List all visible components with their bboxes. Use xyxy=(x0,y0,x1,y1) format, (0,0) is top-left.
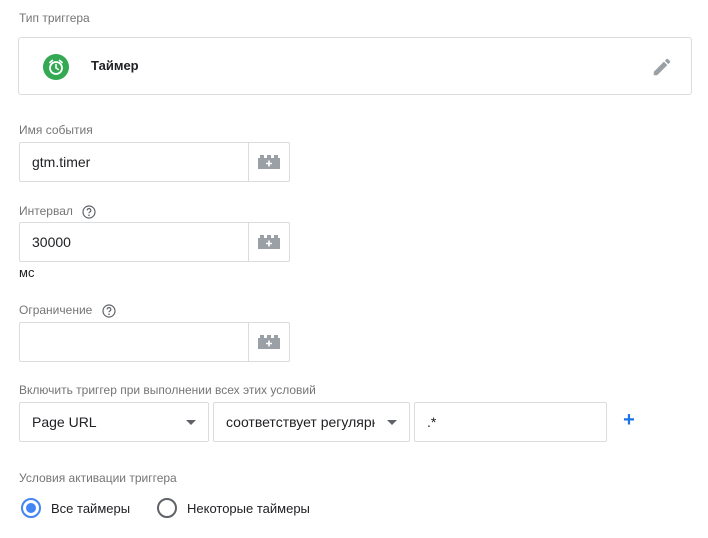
interval-unit: мс xyxy=(19,265,35,280)
event-name-input[interactable] xyxy=(20,143,249,181)
pencil-icon[interactable] xyxy=(651,56,673,78)
interval-label-text: Интервал xyxy=(19,204,73,218)
condition-variable-select[interactable]: Page URL xyxy=(19,402,209,442)
radio-all-timers[interactable]: Все таймеры xyxy=(21,497,130,519)
variable-brick-icon xyxy=(258,155,280,169)
limit-label-text: Ограничение xyxy=(19,303,93,317)
variable-picker-button[interactable] xyxy=(248,323,289,361)
variable-picker-button[interactable] xyxy=(248,223,289,261)
chevron-down-icon xyxy=(186,420,196,425)
condition-value-input[interactable] xyxy=(415,403,606,441)
radio-unchecked-icon xyxy=(157,498,177,518)
help-icon[interactable] xyxy=(102,304,116,318)
interval-input[interactable] xyxy=(20,223,249,261)
condition-operator-value: соответствует регулярному выражению xyxy=(226,414,375,430)
variable-brick-icon xyxy=(258,335,280,349)
condition-value-field xyxy=(414,402,607,442)
conditions-label: Включить триггер при выполнении всех эти… xyxy=(19,383,316,397)
radio-checked-icon xyxy=(21,498,41,518)
limit-label: Ограничение xyxy=(19,303,116,318)
interval-label: Интервал xyxy=(19,204,96,219)
chevron-down-icon xyxy=(387,420,397,425)
condition-variable-value: Page URL xyxy=(32,414,97,430)
interval-field xyxy=(19,222,290,262)
add-condition-button[interactable]: + xyxy=(620,409,638,431)
radio-some-timers[interactable]: Некоторые таймеры xyxy=(157,497,310,519)
trigger-type-name: Таймер xyxy=(91,58,139,73)
event-name-field xyxy=(19,142,290,182)
help-icon[interactable] xyxy=(82,205,96,219)
trigger-type-label: Тип триггера xyxy=(19,11,90,25)
activation-label: Условия активации триггера xyxy=(19,471,177,485)
radio-some-timers-label: Некоторые таймеры xyxy=(187,500,310,516)
variable-brick-icon xyxy=(258,235,280,249)
radio-all-timers-label: Все таймеры xyxy=(51,500,131,516)
variable-picker-button[interactable] xyxy=(248,143,289,181)
condition-operator-select[interactable]: соответствует регулярному выражению xyxy=(213,402,410,442)
timer-icon xyxy=(43,54,69,80)
event-name-label: Имя события xyxy=(19,123,93,137)
limit-field xyxy=(19,322,290,362)
limit-input[interactable] xyxy=(20,323,249,361)
trigger-type-card[interactable]: Таймер xyxy=(18,37,692,95)
